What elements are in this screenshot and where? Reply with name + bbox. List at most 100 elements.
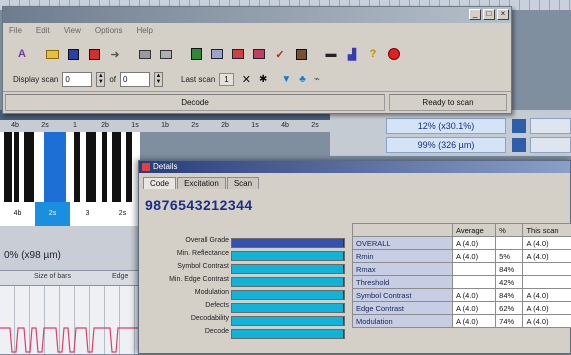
tab-scan[interactable]: Scan: [227, 177, 259, 189]
table-cell-pct: 62%: [496, 302, 523, 315]
value-cell: [530, 137, 571, 153]
details-tabs: Code Excitation Scan: [139, 173, 570, 189]
status-block: [512, 119, 526, 133]
barcode-bar[interactable]: [24, 132, 34, 202]
menu-bar: File Edit View Options Help: [3, 23, 511, 37]
value-cell: [530, 118, 571, 134]
menu-edit[interactable]: Edit: [36, 26, 50, 35]
details-window: Details Code Excitation Scan 98765432123…: [138, 160, 571, 354]
app-icon: [142, 163, 150, 171]
barcode-bar[interactable]: [4, 132, 12, 202]
barcode-bar[interactable]: [74, 132, 80, 202]
table-cell-scan: A (4.0): [523, 289, 571, 302]
barcode-element-label: 2s: [35, 202, 70, 226]
grade-label: Min. Reflectance: [177, 250, 229, 257]
total-scans-input[interactable]: 0: [120, 72, 150, 87]
ruler-label: 4b: [270, 120, 300, 132]
table-cell-pct: 42%: [496, 276, 523, 289]
printer-icon[interactable]: [157, 45, 175, 63]
display-scan-input[interactable]: 0: [62, 72, 92, 87]
bars-icon[interactable]: [229, 45, 247, 63]
copy-icon[interactable]: [85, 45, 103, 63]
grade-row: Defects: [145, 302, 349, 314]
column-header: Edge: [112, 273, 128, 280]
table-row[interactable]: RminA (4.0)5%A (4.0): [353, 250, 571, 263]
table-row[interactable]: Rmax 84%: [353, 263, 571, 276]
x-icon[interactable]: ✕: [242, 73, 251, 86]
stop-icon[interactable]: [385, 45, 403, 63]
grade-bar: [231, 277, 345, 287]
table-cell-pct: 74%: [496, 315, 523, 328]
table-cell-average: [453, 276, 496, 289]
grade-label: Defects: [205, 302, 229, 309]
table-row[interactable]: Threshold 42%: [353, 276, 571, 289]
selected-barcode-element[interactable]: [44, 132, 66, 202]
table-cell-scan: A (4.0): [523, 250, 571, 263]
close-icon[interactable]: ×: [497, 9, 509, 20]
table-row[interactable]: Symbol ContrastA (4.0)84%A (4.0): [353, 289, 571, 302]
table-cell-average: [453, 263, 496, 276]
details-titlebar[interactable]: Details: [139, 161, 570, 173]
grade-bar-fill: [232, 252, 344, 260]
ruler-label: 1s: [120, 120, 150, 132]
plug-icon[interactable]: ⌁: [314, 74, 320, 85]
table-cell-name: Rmin: [353, 250, 453, 263]
network-icon[interactable]: ♣: [299, 74, 306, 85]
table-cell-average: A (4.0): [453, 289, 496, 302]
barcode-view[interactable]: [0, 132, 140, 202]
grade-icon[interactable]: A: [13, 45, 31, 63]
open-icon[interactable]: [43, 45, 61, 63]
minus-icon[interactable]: ▬: [322, 45, 340, 63]
display-scan-label: Display scan: [13, 75, 58, 84]
grade-row: Symbol Contrast: [145, 263, 349, 275]
check-icon[interactable]: ✓: [271, 45, 289, 63]
table-cell-name: Symbol Contrast: [353, 289, 453, 302]
main-titlebar[interactable]: _ □ ×: [3, 7, 511, 23]
barcode-bar[interactable]: [112, 132, 121, 202]
scan-reflectance-waveform: [0, 322, 140, 354]
graph-icon[interactable]: ▟: [343, 45, 361, 63]
menu-view[interactable]: View: [64, 26, 81, 35]
gear-icon[interactable]: ✱: [259, 74, 267, 85]
element-width-readout: 0% (x98 µm): [4, 250, 61, 261]
grade-row: Min. Reflectance: [145, 250, 349, 262]
save-icon[interactable]: [64, 45, 82, 63]
barcode-bar[interactable]: [14, 132, 19, 202]
maximize-icon[interactable]: □: [483, 9, 495, 20]
grade-bar: [231, 329, 345, 339]
table-row[interactable]: ModulationA (4.0)74%A (4.0): [353, 315, 571, 328]
barcode-bar[interactable]: [126, 132, 132, 202]
menu-help[interactable]: Help: [136, 26, 152, 35]
grade-label: Decodability: [191, 315, 229, 322]
status-bar: Decode Ready to scan: [3, 91, 511, 113]
table-cell-name: Threshold: [353, 276, 453, 289]
menu-options[interactable]: Options: [95, 26, 123, 35]
table-icon[interactable]: [208, 45, 226, 63]
menu-file[interactable]: File: [9, 26, 22, 35]
display-scan-spinner[interactable]: ▲▼: [96, 72, 105, 87]
total-scans-spinner[interactable]: ▲▼: [154, 72, 163, 87]
table-cell-name: Rmax: [353, 263, 453, 276]
filter-icon[interactable]: ▼: [281, 74, 291, 85]
last-scan-value[interactable]: 1: [219, 73, 233, 86]
green-book-icon[interactable]: [187, 45, 205, 63]
settings-icon[interactable]: [292, 45, 310, 63]
table-header: [353, 224, 453, 237]
grade-label: Decode: [205, 328, 229, 335]
table-row[interactable]: OVERALLA (4.0)A (4.0): [353, 237, 571, 250]
ruler-label: 2s: [300, 120, 330, 132]
barcode-bar[interactable]: [102, 132, 107, 202]
tab-excitation[interactable]: Excitation: [177, 177, 226, 189]
help-icon[interactable]: ?: [364, 45, 382, 63]
tab-code[interactable]: Code: [143, 177, 176, 189]
print-icon[interactable]: [136, 45, 154, 63]
minimize-icon[interactable]: _: [469, 9, 481, 20]
chart-icon[interactable]: [250, 45, 268, 63]
table-row[interactable]: Edge ContrastA (4.0)62%A (4.0): [353, 302, 571, 315]
barcode-bar[interactable]: [86, 132, 96, 202]
arrow-icon[interactable]: ➜: [106, 45, 124, 63]
table-cell-pct: 84%: [496, 263, 523, 276]
ruler-label: 1b: [150, 120, 180, 132]
barcode-element-label: 2s: [105, 202, 140, 226]
table-cell-scan: A (4.0): [523, 302, 571, 315]
